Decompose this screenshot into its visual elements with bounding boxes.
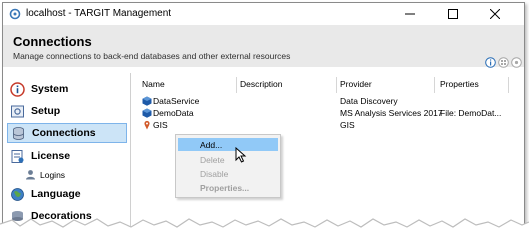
menu-item-label: Disable <box>200 168 229 179</box>
column-divider[interactable] <box>508 77 509 93</box>
user-icon <box>25 169 36 182</box>
menu-item-label: Delete <box>200 154 225 165</box>
menu-item-delete[interactable]: Delete <box>178 153 278 166</box>
app-window: localhost - TARGIT Management Connection… <box>2 2 525 238</box>
menu-item-add[interactable]: Add... <box>178 138 278 151</box>
column-header-provider[interactable]: Provider <box>340 79 372 93</box>
table-row[interactable]: GIS GIS <box>136 120 524 131</box>
cell-provider: MS Analysis Services 2017 <box>340 108 443 118</box>
page-header: Connections Manage connections to back-e… <box>3 25 524 67</box>
page-subtitle: Manage connections to back-end databases… <box>13 51 291 61</box>
cube-icon <box>142 108 152 118</box>
column-divider[interactable] <box>236 77 237 93</box>
title-bar: localhost - TARGIT Management <box>3 3 524 25</box>
menu-item-label: Add... <box>200 139 223 150</box>
context-menu: Add... Delete Disable Properties... <box>175 134 281 198</box>
menu-item-label: Properties... <box>200 182 250 193</box>
mouse-cursor-icon <box>235 147 247 163</box>
options-icon[interactable] <box>511 57 522 68</box>
close-icon <box>490 9 500 19</box>
sidebar-item-label: License <box>31 150 71 162</box>
sidebar-item-connections[interactable]: Connections <box>7 123 127 143</box>
maximize-icon <box>448 9 458 19</box>
sidebar-item-setup[interactable]: Setup <box>7 101 127 121</box>
cell-name: DataService <box>153 96 200 106</box>
menu-item-disable[interactable]: Disable <box>178 167 278 180</box>
column-header-name[interactable]: Name <box>142 79 165 93</box>
sidebar-item-system[interactable]: System <box>7 79 127 99</box>
sidebar-item-label: Logins <box>40 170 66 180</box>
page-title: Connections <box>13 34 92 49</box>
column-divider[interactable] <box>434 77 435 93</box>
cell-provider: GIS <box>340 120 355 130</box>
sidebar-item-label: System <box>31 83 69 95</box>
gis-icon <box>144 120 150 130</box>
grid-view-icon[interactable] <box>498 57 509 68</box>
cell-provider: Data Discovery <box>340 96 398 106</box>
help-info-icon[interactable] <box>485 57 496 68</box>
window-title: localhost - TARGIT Management <box>26 8 172 19</box>
sidebar-item-license[interactable]: License <box>7 146 127 166</box>
cell-name: DemoData <box>153 108 194 118</box>
maximize-button[interactable] <box>434 4 472 24</box>
sidebar-item-label: Setup <box>31 105 61 117</box>
torn-edge-decoration <box>0 218 529 243</box>
info-icon <box>10 81 25 97</box>
sidebar-item-language[interactable]: Language <box>7 184 127 204</box>
sidebar-item-label: Language <box>31 188 81 200</box>
column-divider[interactable] <box>336 77 337 93</box>
cube-icon <box>142 96 152 106</box>
minimize-icon <box>405 13 415 15</box>
column-header-properties[interactable]: Properties <box>440 79 479 93</box>
database-icon <box>11 126 26 141</box>
app-gear-icon <box>9 8 21 20</box>
sidebar-item-label: Connections <box>32 127 96 139</box>
column-header-description[interactable]: Description <box>240 79 283 93</box>
setup-icon <box>10 104 25 119</box>
menu-item-properties[interactable]: Properties... <box>178 181 278 194</box>
cell-name: GIS <box>153 120 168 130</box>
sidebar-item-logins[interactable]: Logins <box>25 168 65 182</box>
table-row[interactable]: DemoData MS Analysis Services 2017 File:… <box>136 108 524 119</box>
close-button[interactable] <box>476 4 514 24</box>
minimize-button[interactable] <box>391 4 429 24</box>
cell-properties: File: DemoDat... <box>440 108 502 118</box>
license-icon <box>10 149 25 164</box>
table-row[interactable]: DataService Data Discovery <box>136 96 524 107</box>
globe-icon <box>10 187 25 202</box>
